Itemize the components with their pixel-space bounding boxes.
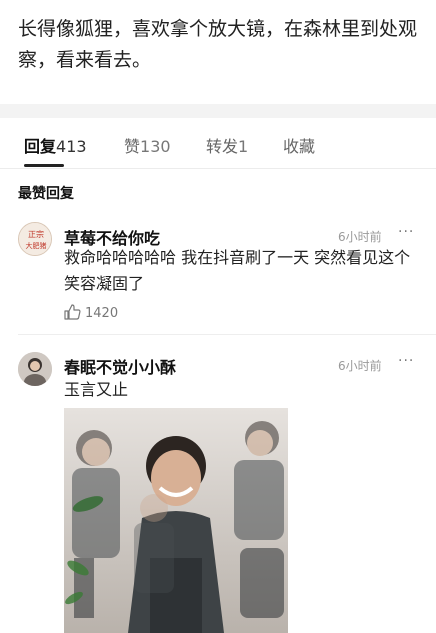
comment-text: 救命哈哈哈哈哈 我在抖音刷了一天 突然看见这个 笑容凝固了 (64, 248, 411, 293)
tab-likes-label: 赞 (124, 137, 141, 156)
more-options-icon[interactable]: ··· (398, 353, 414, 369)
thumbs-up-icon (64, 304, 81, 320)
avatar[interactable]: 正宗 大肥猪 (18, 222, 52, 256)
tab-likes-count: 130 (140, 137, 171, 156)
avatar-logo-text-bottom: 大肥猪 (26, 241, 47, 250)
tab-reposts-count: 1 (238, 137, 249, 156)
avatar-image (18, 352, 52, 386)
post-text: 长得像狐狸，喜欢拿个放大镜，在森林里到处观察，看来看去。 (18, 18, 418, 71)
tab-reposts[interactable]: 转发1 (206, 133, 248, 157)
tab-reposts-label: 转发 (206, 137, 239, 156)
tab-favorites-label: 收藏 (283, 137, 316, 156)
more-options-icon[interactable]: ··· (398, 224, 414, 240)
comment-time: 6小时前 (338, 359, 382, 373)
tab-replies[interactable]: 回复413 (24, 133, 87, 157)
photo-image (64, 408, 288, 633)
comment-tabs: 回复413 赞130 转发1 收藏 (0, 118, 436, 169)
like-count: 1420 (85, 306, 119, 321)
tab-replies-label: 回复 (24, 137, 57, 156)
active-tab-underline (24, 164, 64, 167)
avatar-image: 正宗 大肥猪 (19, 223, 51, 255)
avatar-logo-text-top: 正宗 (28, 229, 44, 239)
tab-replies-count: 413 (56, 137, 87, 156)
comment-divider (18, 334, 436, 335)
comment-time: 6小时前 (338, 230, 382, 244)
tab-likes[interactable]: 赞130 (124, 133, 171, 157)
section-gap (0, 104, 436, 118)
username[interactable]: 春眠不觉小小酥 (64, 354, 176, 378)
comment-photo[interactable] (64, 408, 288, 633)
section-title: 最赞回复 (18, 186, 74, 202)
like-button[interactable]: 1420 (64, 304, 118, 324)
avatar[interactable] (18, 352, 52, 386)
comment-text: 玉言又止 (64, 380, 129, 399)
tab-favorites[interactable]: 收藏 (283, 133, 315, 157)
